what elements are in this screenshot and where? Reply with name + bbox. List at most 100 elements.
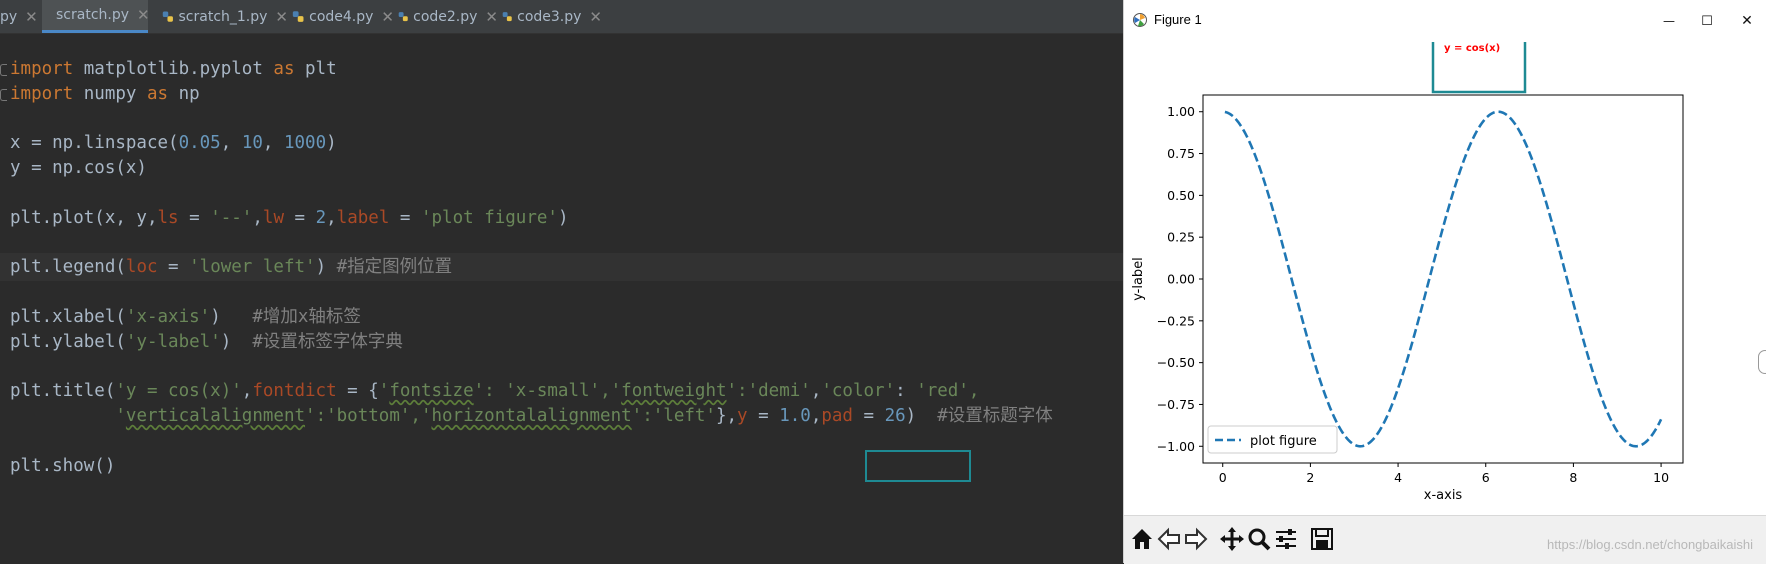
y-tick-label: 0.75 — [1167, 146, 1195, 161]
code-token: #增加x轴标签 — [252, 307, 361, 327]
code-token: = — [852, 406, 885, 427]
fold-marker-icon[interactable] — [0, 64, 7, 76]
minimize-button[interactable]: — — [1654, 8, 1684, 34]
tab-label: scratch.py — [56, 7, 130, 23]
code-token: y = np.cos(x) — [10, 158, 147, 179]
x-tick-label: 8 — [1569, 470, 1577, 485]
code-line-2[interactable]: import numpy as np — [10, 80, 200, 108]
minimize-icon: — — [1663, 14, 1675, 28]
code-token: np — [168, 83, 200, 104]
code-token: plt.legend( — [10, 257, 126, 278]
code-token: ) — [326, 133, 337, 154]
x-tick-label: 0 — [1219, 470, 1227, 485]
x-tick-label: 10 — [1653, 470, 1669, 485]
code-token: 1.0 — [779, 406, 811, 427]
code-token: 1000 — [283, 133, 327, 154]
code-token: , — [810, 381, 822, 402]
code-token: plt — [294, 59, 337, 79]
code-token: '--' — [210, 207, 253, 228]
code-token: 'demi' — [747, 381, 811, 402]
editor-tab-bar: py ✕ scratch.py ✕ scratch_1.py ✕ code4.py ✕ code… — [0, 0, 1123, 34]
window-edge-handle[interactable] — [1758, 350, 1766, 374]
tab-close-icon[interactable]: ✕ — [589, 8, 602, 26]
code-token: , — [262, 133, 284, 154]
code-line-17[interactable]: plt.show() — [10, 452, 115, 480]
code-line-11[interactable]: plt.xlabel('x-axis') #增加x轴标签 — [10, 303, 361, 331]
code-line-12[interactable]: plt.ylabel('y-label') #设置标签字体字典 — [10, 328, 403, 356]
tab-py[interactable]: py ✕ — [0, 0, 38, 33]
home-icon[interactable] — [1128, 524, 1156, 554]
save-icon[interactable] — [1308, 524, 1336, 554]
code-line-4[interactable]: x = np.linspace(0.05, 10, 1000) — [10, 129, 337, 157]
code-token: , — [968, 381, 980, 402]
tab-close-icon[interactable]: ✕ — [25, 8, 38, 26]
code-token: = — [747, 406, 780, 427]
python-file-icon — [398, 11, 408, 21]
highlight-box-pad — [865, 450, 971, 482]
code-token: , — [810, 406, 822, 427]
code-token: x = np.linspace( — [10, 133, 179, 154]
code-token: plt.plot(x, y, — [10, 207, 158, 228]
code-token: plt.ylabel( — [10, 331, 126, 352]
pan-icon[interactable] — [1218, 524, 1246, 554]
close-button[interactable]: ✕ — [1732, 8, 1762, 34]
code-token: : — [895, 381, 917, 402]
tab-label: scratch_1.py — [178, 8, 268, 25]
code-token: ,' — [410, 406, 432, 427]
code-line-14[interactable]: plt.title('y = cos(x)',fontdict = {'font… — [10, 377, 979, 405]
maximize-button[interactable]: ☐ — [1692, 8, 1722, 34]
forward-arrow-icon[interactable] — [1182, 524, 1210, 554]
code-line-1[interactable]: import matplotlib.pyplot as plt — [10, 55, 337, 83]
tab-scratch-1-py[interactable]: scratch_1.py ✕ — [152, 0, 288, 33]
tab-scratch-py[interactable]: scratch.py ✕ — [42, 0, 150, 33]
code-token: 2 — [315, 207, 327, 228]
code-token: = — [157, 257, 190, 278]
code-token: 0.05 — [178, 133, 221, 154]
tab-code3-py[interactable]: code3.py ✕ — [492, 0, 602, 33]
code-token: as — [146, 83, 169, 104]
code-token: , — [241, 381, 253, 402]
code-token: 'red' — [916, 381, 969, 402]
tab-close-icon[interactable]: ✕ — [137, 6, 150, 24]
legend-label: plot figure — [1250, 434, 1317, 449]
tab-code4-py[interactable]: code4.py ✕ — [282, 0, 394, 33]
code-token: , — [220, 133, 242, 154]
code-token: plt.title( — [10, 381, 116, 402]
fold-marker-icon[interactable] — [0, 88, 7, 101]
code-token: 'y = cos(x)' — [115, 381, 242, 402]
y-tick-label: 1.00 — [1167, 104, 1195, 119]
code-token: ls — [157, 207, 179, 228]
code-token: 'lower left' — [189, 257, 316, 278]
code-token: label — [336, 207, 390, 228]
code-token: plt.xlabel( — [10, 307, 126, 327]
x-tick-label: 4 — [1394, 470, 1402, 485]
window-titlebar[interactable]: Figure 1 — ☐ ✕ — [1124, 0, 1766, 42]
code-line-9[interactable]: plt.legend(loc = 'lower left') #指定图例位置 — [10, 253, 452, 281]
code-token: import — [10, 59, 74, 79]
code-token: as — [273, 59, 295, 79]
x-tick-label: 2 — [1306, 470, 1314, 485]
code-token: 10 — [241, 133, 263, 154]
y-tick-label: 0.25 — [1167, 230, 1195, 245]
y-axis-label: y-label — [1131, 257, 1146, 301]
code-token: #设置标签字体字典 — [252, 331, 403, 352]
code-line-7[interactable]: plt.plot(x, y,ls = '--',lw = 2,label = '… — [10, 204, 569, 232]
code-line-5[interactable]: y = np.cos(x) — [10, 154, 147, 182]
maximize-icon: ☐ — [1701, 13, 1713, 29]
code-token: , — [252, 207, 263, 228]
tab-code2-py[interactable]: code2.py ✕ — [388, 0, 498, 33]
code-token: fontsize — [389, 381, 474, 402]
tab-label: code2.py — [413, 8, 478, 25]
y-tick-label: −0.25 — [1157, 313, 1195, 328]
code-line-15[interactable]: 'verticalalignment':'bottom','horizontal… — [10, 402, 1052, 430]
code-token: fontweight — [621, 381, 727, 402]
figure-window: Figure 1 — ☐ ✕ −1.00 −0.75 −0.50 −0.25 0.00 0… — [1123, 0, 1766, 564]
legend: plot figure — [1207, 425, 1338, 454]
python-file-icon — [502, 11, 512, 21]
back-arrow-icon[interactable] — [1155, 524, 1183, 554]
zoom-icon[interactable] — [1245, 524, 1273, 554]
code-token: ) — [315, 257, 337, 278]
code-token: ' — [378, 381, 390, 402]
configure-subplots-icon[interactable] — [1272, 524, 1300, 554]
y-tick-label: 0.50 — [1167, 188, 1195, 203]
